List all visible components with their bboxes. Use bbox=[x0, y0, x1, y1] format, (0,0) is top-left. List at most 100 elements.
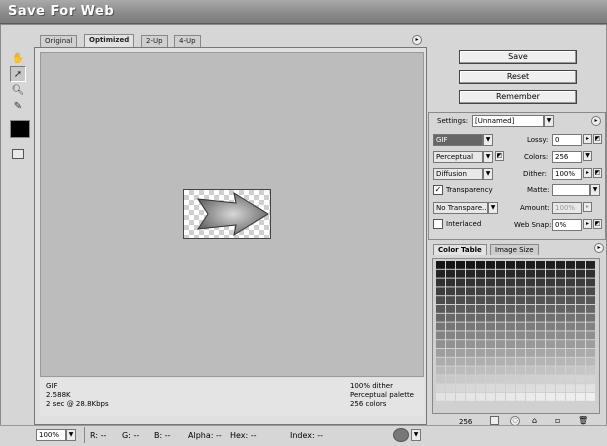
color-swatch[interactable] bbox=[526, 322, 535, 331]
color-swatch[interactable] bbox=[456, 296, 465, 304]
color-swatch[interactable] bbox=[466, 393, 475, 401]
color-swatch[interactable] bbox=[486, 375, 495, 384]
color-swatch[interactable] bbox=[576, 305, 585, 313]
color-swatch[interactable] bbox=[496, 269, 505, 278]
color-swatch[interactable] bbox=[466, 384, 475, 392]
color-swatch[interactable] bbox=[576, 313, 585, 322]
color-swatch[interactable] bbox=[536, 340, 545, 348]
color-swatch[interactable] bbox=[576, 393, 585, 401]
color-swatch[interactable] bbox=[496, 296, 505, 304]
tab-color-table[interactable]: Color Table bbox=[433, 244, 487, 255]
color-swatch[interactable] bbox=[556, 375, 565, 384]
color-swatch[interactable] bbox=[586, 384, 595, 392]
reset-button[interactable]: Reset bbox=[459, 70, 577, 84]
color-swatch[interactable] bbox=[556, 278, 565, 287]
color-swatch[interactable] bbox=[536, 287, 545, 296]
color-swatch[interactable] bbox=[546, 313, 555, 322]
color-swatch[interactable] bbox=[566, 375, 575, 384]
color-swatch[interactable] bbox=[576, 331, 585, 340]
zoom-tool-icon[interactable]: 🔍︎ bbox=[10, 82, 26, 98]
color-swatch[interactable] bbox=[496, 313, 505, 322]
color-swatch[interactable] bbox=[506, 313, 515, 322]
color-swatch[interactable] bbox=[486, 349, 495, 357]
color-swatch[interactable] bbox=[456, 366, 465, 375]
color-swatch[interactable] bbox=[446, 296, 455, 304]
color-swatch[interactable] bbox=[546, 296, 555, 304]
color-swatch[interactable] bbox=[436, 305, 445, 313]
color-swatch[interactable] bbox=[586, 366, 595, 375]
color-swatch[interactable] bbox=[556, 313, 565, 322]
color-swatch[interactable] bbox=[466, 322, 475, 331]
color-swatch[interactable] bbox=[496, 393, 505, 401]
eyedropper-tool-icon[interactable]: ✎ bbox=[10, 98, 26, 114]
color-swatch[interactable] bbox=[566, 393, 575, 401]
websnap-mask-icon[interactable]: ◩ bbox=[593, 219, 602, 229]
color-swatch[interactable] bbox=[466, 261, 475, 269]
color-swatch[interactable] bbox=[546, 269, 555, 278]
color-swatch[interactable] bbox=[566, 313, 575, 322]
color-swatch[interactable] bbox=[546, 375, 555, 384]
color-swatch[interactable] bbox=[556, 384, 565, 392]
color-swatch[interactable] bbox=[536, 305, 545, 313]
color-swatch[interactable] bbox=[446, 331, 455, 340]
color-swatch[interactable] bbox=[586, 269, 595, 278]
color-swatch[interactable] bbox=[566, 269, 575, 278]
color-swatch[interactable] bbox=[486, 331, 495, 340]
color-swatch[interactable] bbox=[546, 322, 555, 331]
color-swatch[interactable] bbox=[436, 313, 445, 322]
dither-input[interactable]: 100% bbox=[552, 168, 582, 180]
color-swatch[interactable] bbox=[516, 322, 525, 331]
color-swatch[interactable] bbox=[496, 322, 505, 331]
color-swatch[interactable] bbox=[516, 340, 525, 348]
color-swatch[interactable] bbox=[506, 375, 515, 384]
color-swatch[interactable] bbox=[456, 278, 465, 287]
color-swatch[interactable] bbox=[466, 278, 475, 287]
color-swatch[interactable] bbox=[546, 393, 555, 401]
color-swatch[interactable] bbox=[516, 349, 525, 357]
color-swatch[interactable] bbox=[566, 349, 575, 357]
color-swatch[interactable] bbox=[456, 375, 465, 384]
color-swatch[interactable] bbox=[476, 269, 485, 278]
color-swatch[interactable] bbox=[556, 296, 565, 304]
color-swatch[interactable] bbox=[476, 375, 485, 384]
color-swatch[interactable] bbox=[466, 287, 475, 296]
color-swatch[interactable] bbox=[556, 349, 565, 357]
color-swatch[interactable] bbox=[476, 296, 485, 304]
color-swatch[interactable] bbox=[506, 261, 515, 269]
color-swatch[interactable] bbox=[576, 278, 585, 287]
color-swatch[interactable] bbox=[566, 357, 575, 366]
color-swatch[interactable] bbox=[446, 349, 455, 357]
color-swatch[interactable] bbox=[536, 331, 545, 340]
color-swatch[interactable] bbox=[576, 340, 585, 348]
color-swatch[interactable] bbox=[496, 375, 505, 384]
color-swatch[interactable] bbox=[546, 305, 555, 313]
color-swatch[interactable] bbox=[586, 357, 595, 366]
chevron-down-icon[interactable]: ▼ bbox=[544, 115, 554, 127]
color-swatch[interactable] bbox=[436, 296, 445, 304]
color-swatch[interactable] bbox=[476, 349, 485, 357]
remember-button[interactable]: Remember bbox=[459, 90, 577, 104]
color-swatch[interactable] bbox=[526, 313, 535, 322]
transparency-dither-select[interactable]: No Transpare... bbox=[433, 202, 488, 214]
color-swatch[interactable] bbox=[496, 331, 505, 340]
colors-input[interactable]: 256 bbox=[552, 151, 582, 163]
color-swatch[interactable] bbox=[446, 305, 455, 313]
color-swatch[interactable] bbox=[436, 366, 445, 375]
color-table-menu-arrow-icon[interactable]: ▸ bbox=[594, 243, 604, 253]
color-swatch[interactable] bbox=[446, 366, 455, 375]
color-swatch[interactable] bbox=[586, 375, 595, 384]
color-swatch[interactable] bbox=[476, 287, 485, 296]
color-swatch[interactable] bbox=[456, 322, 465, 331]
color-swatch[interactable] bbox=[576, 357, 585, 366]
color-swatch[interactable] bbox=[526, 366, 535, 375]
color-swatch[interactable] bbox=[506, 296, 515, 304]
color-swatch[interactable] bbox=[556, 366, 565, 375]
settings-preset-select[interactable]: [Unnamed] bbox=[472, 115, 544, 127]
color-swatch[interactable] bbox=[486, 393, 495, 401]
color-swatch[interactable] bbox=[516, 296, 525, 304]
color-swatch[interactable] bbox=[466, 349, 475, 357]
color-swatch[interactable] bbox=[476, 322, 485, 331]
color-swatch[interactable] bbox=[526, 384, 535, 392]
color-swatch[interactable] bbox=[506, 349, 515, 357]
new-color-icon[interactable]: ▫ bbox=[555, 416, 560, 425]
